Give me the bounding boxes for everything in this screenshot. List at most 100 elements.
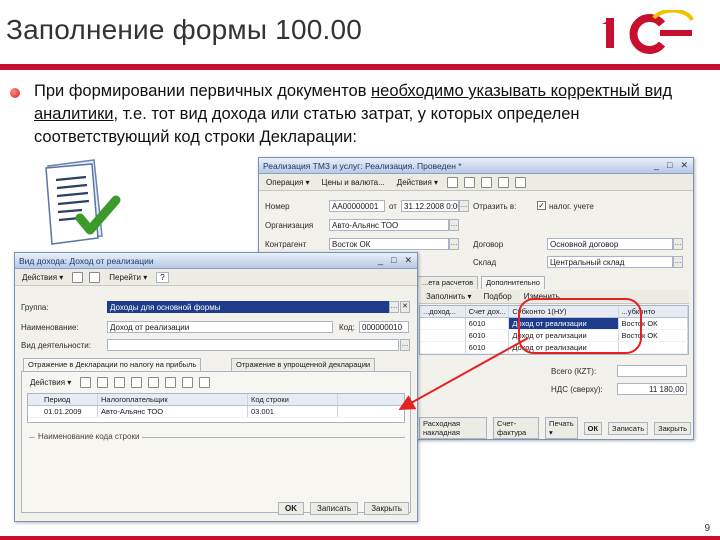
date-picker-button[interactable]: … <box>459 200 469 212</box>
table-cell: 01.01.2009 <box>28 406 98 417</box>
tab-simplified-declaration[interactable]: Отражение в упрощенной декларации <box>231 358 376 371</box>
line-code-group-box: Наименование кода строки <box>29 432 405 503</box>
table-row[interactable]: 01.01.2009 Авто-Альянс ТОО 03.001 <box>28 406 404 418</box>
save-button[interactable]: Записать <box>310 502 359 515</box>
vat-invoice-button[interactable]: Счет-фактура <box>492 417 540 439</box>
col-period: Период <box>28 394 98 405</box>
1c-logo <box>602 10 694 54</box>
print-button[interactable]: Печать ▾ <box>545 417 578 439</box>
tab-additional[interactable]: Дополнительно <box>481 276 545 289</box>
number-label: Номер <box>265 202 290 211</box>
table-cell: 6010 <box>466 330 510 341</box>
contractor-select-button[interactable]: … <box>449 238 459 250</box>
warehouse-select-button[interactable]: … <box>673 256 683 268</box>
close-icon[interactable]: ✕ <box>680 160 688 171</box>
contractor-label: Контрагент <box>265 240 307 249</box>
delete-row-icon[interactable] <box>131 377 143 388</box>
maximize-icon[interactable]: □ <box>667 160 672 171</box>
declaration-grid-header: Период Налогоплательщик Код строки <box>28 394 404 406</box>
income-bottom-bar: OK Записать Закрыть <box>278 502 409 515</box>
debit-credit-icon[interactable] <box>498 176 510 188</box>
sales-bottom-bar: Расходная накладная Счет-фактура Печать … <box>419 417 691 439</box>
table-cell: 6010 <box>466 318 510 329</box>
close-icon[interactable]: ✕ <box>404 255 412 266</box>
actions-menu-button[interactable]: Действия ▾ <box>394 177 441 188</box>
tax-accounting-checkbox[interactable]: ✓ <box>537 201 546 210</box>
table-cell: Авто-Альянс ТОО <box>98 406 248 417</box>
add-row-icon[interactable] <box>80 377 92 388</box>
fill-button[interactable]: Заполнить ▾ <box>423 291 475 302</box>
help-button[interactable]: ? <box>156 271 169 283</box>
grid-actions-menu-button[interactable]: Действия ▾ <box>27 377 74 388</box>
group-clear-button[interactable]: ✕ <box>400 301 410 313</box>
total-label: Всего (КZT): <box>551 367 597 376</box>
highlight-ring <box>518 298 642 354</box>
date-field[interactable]: 31.12.2008 0:00:00 <box>401 200 459 212</box>
contract-field[interactable]: Основной договор <box>547 238 673 250</box>
contract-label: Договор <box>473 240 504 249</box>
contract-select-button[interactable]: … <box>673 238 683 250</box>
group-field[interactable]: Доходы для основной формы <box>107 301 389 313</box>
slide-header: Заполнение формы 100.00 <box>0 0 720 70</box>
filter-icon[interactable] <box>199 377 211 388</box>
table-cell <box>420 330 466 341</box>
activity-field[interactable] <box>107 339 399 351</box>
income-window-titlebar[interactable]: Вид дохода: Доход от реализации _ □ ✕ <box>15 253 417 269</box>
header-rule <box>0 64 720 70</box>
document-check-icon <box>45 159 121 245</box>
table-cell <box>420 318 466 329</box>
save-icon[interactable] <box>72 271 84 283</box>
activity-select-button[interactable]: … <box>400 339 410 351</box>
footer-rule <box>0 536 720 540</box>
maximize-icon[interactable]: □ <box>391 255 396 266</box>
close-button[interactable]: Закрыть <box>654 421 691 435</box>
tab-payments[interactable]: ...ета расчетов <box>417 276 479 289</box>
refresh-icon[interactable] <box>89 271 101 283</box>
minimize-icon[interactable]: _ <box>654 160 659 171</box>
table-cell: 6010 <box>466 342 510 353</box>
group-select-button[interactable]: … <box>389 301 399 313</box>
name-label: Наименование: <box>21 323 79 332</box>
navigate-menu-button[interactable]: Перейти ▾ <box>106 272 150 283</box>
operation-menu-button[interactable]: Операция ▾ <box>263 177 313 188</box>
number-field[interactable]: АА00000001 <box>329 200 385 212</box>
tab-profit-tax-declaration[interactable]: Отражение в Декларации по налогу на приб… <box>23 358 202 371</box>
organization-field[interactable]: Авто-Альянс ТОО <box>329 219 449 231</box>
organization-select-button[interactable]: … <box>449 219 459 231</box>
edit-row-icon[interactable] <box>114 377 126 388</box>
total-field <box>617 365 687 377</box>
date-label: от <box>389 202 397 211</box>
organization-label: Организация <box>265 221 314 230</box>
move-up-icon[interactable] <box>148 377 160 388</box>
table-cell <box>420 342 466 353</box>
code-field[interactable]: 000000010 <box>359 321 409 333</box>
save-button[interactable]: Записать <box>608 421 649 435</box>
refresh-icon[interactable] <box>464 176 476 188</box>
copy-row-icon[interactable] <box>97 377 109 388</box>
warehouse-field[interactable]: Центральный склад <box>547 256 673 268</box>
ok-button[interactable]: OK <box>278 502 304 515</box>
save-icon[interactable] <box>447 176 459 188</box>
pick-button[interactable]: Подбор <box>481 291 515 302</box>
sort-icon[interactable] <box>182 377 194 388</box>
move-down-icon[interactable] <box>165 377 177 388</box>
sales-window-titlebar[interactable]: Реализация ТМЗ и услуг: Реализация. Пров… <box>259 158 693 174</box>
minimize-icon[interactable]: _ <box>378 255 383 266</box>
bullet-text: При формировании первичных документов не… <box>34 80 684 149</box>
prices-currency-button[interactable]: Цены и валюта... <box>319 177 388 188</box>
contractor-field[interactable]: Восток ОК <box>329 238 449 250</box>
name-field[interactable]: Доход от реализации <box>107 321 333 333</box>
ok-button[interactable]: ОК <box>583 421 603 435</box>
bullet-text-part1: При формировании первичных документов <box>34 82 372 100</box>
slide-title: Заполнение формы 100.00 <box>6 14 363 45</box>
col-taxpayer: Налогоплательщик <box>98 394 248 405</box>
warehouse-label: Склад <box>473 258 497 267</box>
line-code-group-label: Наименование кода строки <box>35 432 143 441</box>
filter-icon[interactable] <box>515 176 527 188</box>
reflect-label: Отразить в: <box>473 202 517 211</box>
page-number: 9 <box>704 523 710 534</box>
invoice-waybill-button[interactable]: Расходная накладная <box>419 417 487 439</box>
close-button[interactable]: Закрыть <box>364 502 409 515</box>
actions-menu-button[interactable]: Действия ▾ <box>19 272 66 283</box>
structure-icon[interactable] <box>481 176 493 188</box>
